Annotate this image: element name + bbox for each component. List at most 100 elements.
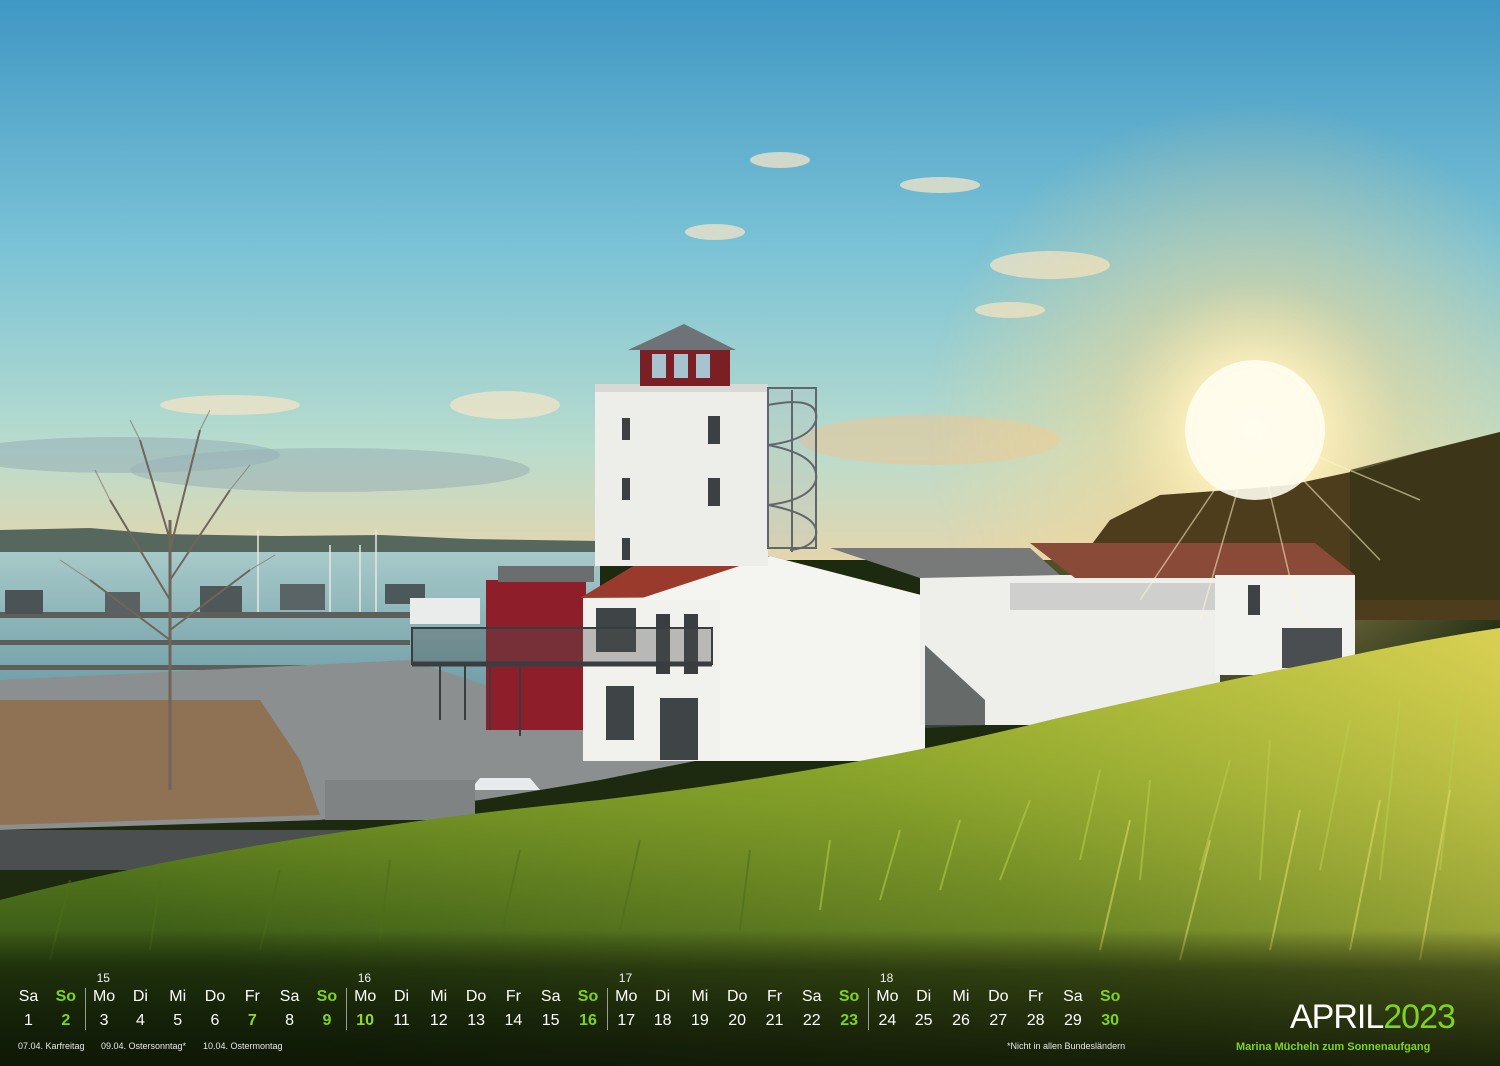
day-number: 25 [914,1012,933,1029]
weekday-label: Do [726,988,748,1005]
calendar-day: Mi 5 [159,988,196,1030]
calendar-day: So 16 [570,988,607,1030]
weekday-label: Di [132,988,148,1005]
day-number: 14 [504,1012,523,1029]
weekday-label: So [577,988,599,1005]
day-number: 29 [1063,1012,1082,1029]
calendar-strip: Sa 1 So 2 Mo 3 Di 4 Mi 5 Do 6 Fr 7 Sa 8 So 9 Mo 10 Di 11 Mi 12 D… [0,968,1500,1066]
calendar-day: Sa 22 [793,988,830,1030]
calendar-day: So 2 [47,988,84,1030]
calendar-day: Mo 17 [606,988,645,1030]
day-number: 27 [989,1012,1008,1029]
calendar-day: Sa 15 [532,988,569,1030]
day-number: 28 [1026,1012,1045,1029]
calendar-day: Di 11 [383,988,420,1030]
day-number: 12 [429,1012,448,1029]
weekday-label: Mo [354,988,377,1005]
calendar-day: Di 4 [122,988,159,1030]
container [325,780,475,820]
weekday-label: Mi [430,988,448,1005]
day-number: 5 [173,1012,183,1029]
marina-photo [0,0,1500,1066]
weekday-label: So [316,988,338,1005]
calendar-day: So 9 [308,988,345,1030]
car [470,778,540,790]
calendar-day: So 30 [1092,988,1129,1030]
day-number: 26 [952,1012,970,1029]
weekday-label: Do [465,988,487,1005]
day-number: 10 [356,1012,375,1029]
day-number: 22 [802,1012,821,1029]
weekday-label: So [1099,988,1121,1005]
calendar-day: Mi 26 [943,988,980,1030]
day-number: 11 [393,1012,410,1029]
day-number: 17 [617,1012,636,1029]
day-number: 7 [247,1012,257,1029]
week-number: 16 [357,971,372,985]
weekday-label: Mi [169,988,187,1005]
weekday-label: So [838,988,860,1005]
week-number: 15 [96,971,110,985]
day-number: 20 [728,1012,747,1029]
holiday-note: 09.04. Ostersonntag* [101,1041,187,1051]
calendar-day: Sa 1 [10,988,47,1030]
photo-caption: Marina Mücheln zum Sonnenaufgang [1236,1041,1431,1053]
day-number: 1 [24,1012,33,1029]
weekday-label: Mi [691,988,709,1005]
week-number: 17 [618,971,633,985]
weekday-label: Mo [92,988,116,1005]
year: 2023 [1383,998,1456,1036]
weekday-label: Mi [952,988,970,1005]
week-number: 18 [879,971,894,985]
tower [595,384,768,566]
weekday-label: Fr [766,988,783,1005]
holiday-note: 07.04. Karfreitag [18,1041,85,1051]
day-number: 2 [61,1012,71,1029]
weekday-label: Di [916,988,932,1005]
weekday-label: Mo [876,988,899,1005]
calendar-day: Do 13 [458,988,495,1030]
calendar-day: Do 20 [719,988,756,1030]
day-number: 16 [579,1012,597,1029]
calendar-day: Mi 12 [420,988,457,1030]
weekday-label: Di [393,988,410,1005]
month-title: APRIL2023 [1290,998,1456,1037]
calendar-day: Mo 3 [84,988,123,1030]
day-number: 18 [653,1012,672,1029]
calendar-day: Do 6 [197,988,234,1030]
weekday-label: Do [988,988,1009,1005]
weekday-label: Sa [18,988,39,1005]
calendar-day: Mi 19 [681,988,718,1030]
day-number: 3 [99,1012,109,1029]
day-number: 15 [541,1012,560,1029]
calendar-day: Di 18 [644,988,681,1030]
sand-area [0,700,320,825]
weekday-label: Sa [1063,988,1083,1005]
day-number: 24 [878,1012,897,1029]
weekday-label: Sa [540,988,561,1005]
day-number: 8 [285,1012,295,1029]
weekday-label: So [55,988,77,1005]
footnote: *Nicht in allen Bundesländern [1007,1041,1126,1051]
calendar-day: Sa 8 [271,988,308,1030]
day-number: 21 [765,1012,784,1029]
weekday-label: Sa [279,988,300,1005]
weekday-label: Di [655,988,671,1005]
day-number: 6 [210,1012,220,1029]
calendar-day: Mo 24 [867,988,906,1030]
day-number: 4 [135,1012,145,1029]
calendar-day: Sa 29 [1054,988,1091,1030]
calendar-day: Fr 21 [756,988,793,1030]
weekday-label: Sa [802,988,822,1005]
weekday-label: Do [204,988,226,1005]
day-number: 23 [840,1012,858,1029]
weekday-label: Fr [1028,988,1044,1005]
day-number: 30 [1101,1012,1120,1029]
month-name: APRIL [1290,998,1384,1036]
day-number: 19 [690,1012,709,1029]
calendar-day: Mo 10 [345,988,384,1030]
calendar-day: Fr 14 [495,988,532,1030]
calendar-day: Di 25 [905,988,942,1030]
weekday-label: Mo [615,988,638,1005]
calendar-day: Do 27 [980,988,1017,1030]
